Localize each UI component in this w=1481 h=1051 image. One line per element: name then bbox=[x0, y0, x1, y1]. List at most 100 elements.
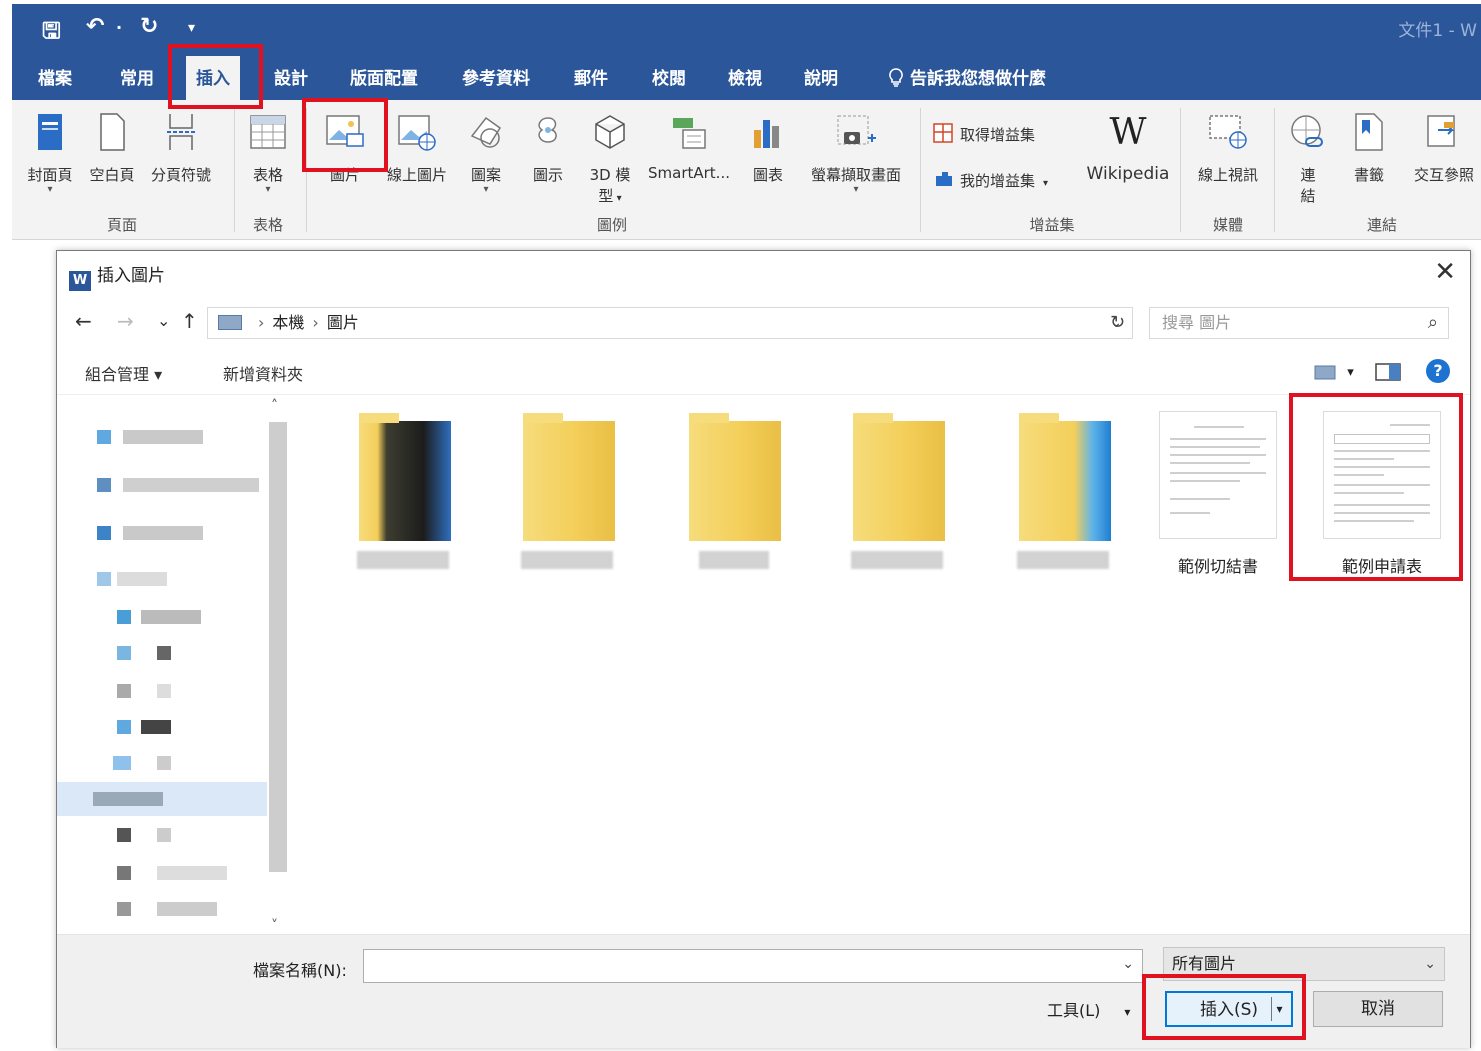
folder-icon bbox=[853, 413, 945, 541]
file-item[interactable]: 範例申請表 bbox=[1317, 401, 1447, 581]
tools-dropdown-icon: ▾ bbox=[1124, 1005, 1131, 1019]
online-video-button[interactable]: 線上視訊 bbox=[1188, 108, 1268, 185]
navigation-pane[interactable] bbox=[57, 396, 289, 936]
up-arrow-icon[interactable]: ↑ bbox=[181, 309, 198, 333]
file-item[interactable]: 範例切結書 bbox=[1153, 401, 1283, 581]
refresh-icon[interactable]: ↻ bbox=[1103, 307, 1133, 339]
scroll-down-icon[interactable]: ˅ bbox=[271, 918, 278, 934]
icons-button[interactable]: 圖示 bbox=[524, 108, 572, 185]
insert-dropdown-icon[interactable]: ▾ bbox=[1271, 997, 1287, 1021]
close-button[interactable]: ✕ bbox=[1434, 257, 1456, 287]
preview-pane-icon[interactable] bbox=[1375, 362, 1401, 382]
undo-dropdown-icon[interactable]: · bbox=[116, 18, 122, 37]
3d-models-button[interactable]: 3D 模型 ▾ bbox=[582, 108, 638, 206]
table-icon bbox=[246, 108, 290, 156]
tab-insert[interactable]: 插入 bbox=[186, 56, 240, 100]
scrollbar-thumb[interactable] bbox=[269, 422, 287, 872]
group-pages-label: 頁面 bbox=[106, 216, 137, 234]
tab-design[interactable]: 設計 bbox=[274, 64, 308, 89]
recent-locations-icon[interactable]: ⌄ bbox=[157, 311, 170, 330]
screenshot-button[interactable]: 螢幕擷取畫面 ▾ bbox=[802, 108, 910, 195]
nav-tree-item[interactable] bbox=[77, 568, 267, 590]
blank-page-button[interactable]: 空白頁 bbox=[84, 108, 140, 185]
breadcrumb-separator: › bbox=[258, 313, 265, 332]
filename-dropdown-icon[interactable]: ⌄ bbox=[1122, 956, 1134, 972]
my-addins-button[interactable]: 我的增益集 ▾ bbox=[932, 168, 1048, 191]
tab-references[interactable]: 參考資料 bbox=[462, 64, 530, 89]
nav-tree-item[interactable] bbox=[77, 474, 267, 496]
nav-tree-item[interactable] bbox=[77, 716, 267, 738]
tab-mailings[interactable]: 郵件 bbox=[574, 64, 608, 89]
folder-icon bbox=[359, 413, 451, 541]
file-name-blurred bbox=[357, 551, 449, 569]
get-addins-button[interactable]: 取得增益集 bbox=[932, 122, 1035, 145]
smartart-button[interactable]: SmartArt... bbox=[644, 108, 734, 182]
nav-tree-item[interactable] bbox=[77, 426, 267, 448]
breadcrumb-pictures[interactable]: 圖片 bbox=[327, 313, 359, 332]
bookmark-button[interactable]: 書籤 bbox=[1344, 108, 1394, 185]
nav-tree-item-selected[interactable] bbox=[57, 782, 267, 816]
picture-button[interactable]: 圖片 bbox=[318, 108, 372, 185]
undo-icon[interactable]: ↶ bbox=[86, 14, 104, 39]
online-picture-button[interactable]: 線上圖片 bbox=[382, 108, 452, 185]
wikipedia-button[interactable]: W Wikipedia bbox=[1080, 108, 1176, 185]
tools-label: 工具(L) bbox=[1047, 1001, 1101, 1020]
search-input[interactable]: 搜尋 圖片 ⌕ bbox=[1149, 307, 1449, 339]
file-item[interactable] bbox=[669, 401, 799, 581]
file-type-select[interactable]: 所有圖片 ⌄ bbox=[1163, 947, 1445, 981]
tab-view[interactable]: 檢視 bbox=[728, 64, 762, 89]
file-item[interactable] bbox=[503, 401, 633, 581]
search-icon[interactable]: ⌕ bbox=[1428, 308, 1438, 338]
organize-button[interactable]: 組合管理 ▾ bbox=[85, 361, 162, 385]
title-bar: 🖫 ↶ · ↻ ▾ 文件1 - W bbox=[12, 4, 1481, 52]
shapes-button[interactable]: 圖案 ▾ bbox=[462, 108, 510, 195]
folder-icon bbox=[689, 413, 781, 541]
table-button[interactable]: 表格 ▾ bbox=[244, 108, 292, 195]
cover-page-button[interactable]: 封面頁 ▾ bbox=[22, 108, 78, 195]
group-separator bbox=[234, 108, 235, 232]
link-label-line2: 結 bbox=[1300, 187, 1316, 205]
insert-button[interactable]: 插入(S) ▾ bbox=[1165, 991, 1293, 1027]
customize-qat-icon[interactable]: ▾ bbox=[188, 20, 195, 36]
tab-home[interactable]: 常用 bbox=[120, 64, 154, 89]
redo-icon[interactable]: ↻ bbox=[140, 14, 158, 39]
view-dropdown-icon[interactable]: ▾ bbox=[1347, 365, 1354, 380]
3d-models-label: 3D 模型 ▾ bbox=[582, 164, 638, 206]
nav-tree-item[interactable] bbox=[77, 680, 267, 702]
back-arrow-icon[interactable]: ← bbox=[75, 309, 92, 333]
nav-tree-item[interactable] bbox=[77, 824, 267, 846]
page-break-button[interactable]: 分頁符號 bbox=[146, 108, 216, 185]
nav-tree-item[interactable] bbox=[77, 642, 267, 664]
chart-button[interactable]: 圖表 bbox=[744, 108, 792, 185]
file-item[interactable] bbox=[999, 401, 1129, 581]
tab-layout[interactable]: 版面配置 bbox=[350, 64, 418, 89]
address-bar[interactable]: › 本機 › 圖片 ⌄ bbox=[207, 307, 1133, 339]
nav-tree-item[interactable] bbox=[77, 862, 267, 884]
tools-button[interactable]: 工具(L) ▾ bbox=[1047, 997, 1130, 1021]
cross-reference-button[interactable]: 交互參照 bbox=[1404, 108, 1481, 185]
forward-arrow-icon[interactable]: → bbox=[117, 309, 134, 333]
file-item[interactable] bbox=[339, 401, 469, 581]
scroll-up-icon[interactable]: ˄ bbox=[271, 398, 278, 414]
nav-tree-item[interactable] bbox=[77, 522, 267, 544]
tab-help[interactable]: 說明 bbox=[804, 64, 838, 89]
my-addins-label: 我的增益集 bbox=[960, 172, 1036, 190]
help-icon[interactable]: ? bbox=[1426, 359, 1450, 383]
new-folder-button[interactable]: 新增資料夾 bbox=[223, 361, 303, 385]
change-view-icon[interactable] bbox=[1314, 363, 1336, 381]
tab-file[interactable]: 檔案 bbox=[38, 64, 72, 89]
save-icon[interactable]: 🖫 bbox=[42, 14, 61, 52]
file-item[interactable] bbox=[833, 401, 963, 581]
nav-tree-item[interactable] bbox=[77, 898, 267, 920]
screenshot-icon bbox=[834, 108, 878, 156]
cancel-button[interactable]: 取消 bbox=[1313, 991, 1443, 1027]
filename-input[interactable]: ⌄ bbox=[363, 949, 1143, 983]
ribbon: 封面頁 ▾ 空白頁 分頁符號 頁面 表格 ▾ 表格 圖片 線上圖片 圖案 ▾ 圖… bbox=[12, 100, 1481, 240]
link-button[interactable]: 連結 bbox=[1284, 108, 1332, 206]
tab-review[interactable]: 校閱 bbox=[652, 64, 686, 89]
nav-tree-item[interactable] bbox=[77, 752, 267, 774]
navigation-scrollbar[interactable]: ˄ ˅ bbox=[267, 396, 289, 936]
breadcrumb-this-pc[interactable]: 本機 bbox=[272, 313, 304, 332]
tell-me-box[interactable]: 告訴我您想做什麼 bbox=[888, 64, 1046, 89]
nav-tree-item[interactable] bbox=[77, 606, 267, 628]
